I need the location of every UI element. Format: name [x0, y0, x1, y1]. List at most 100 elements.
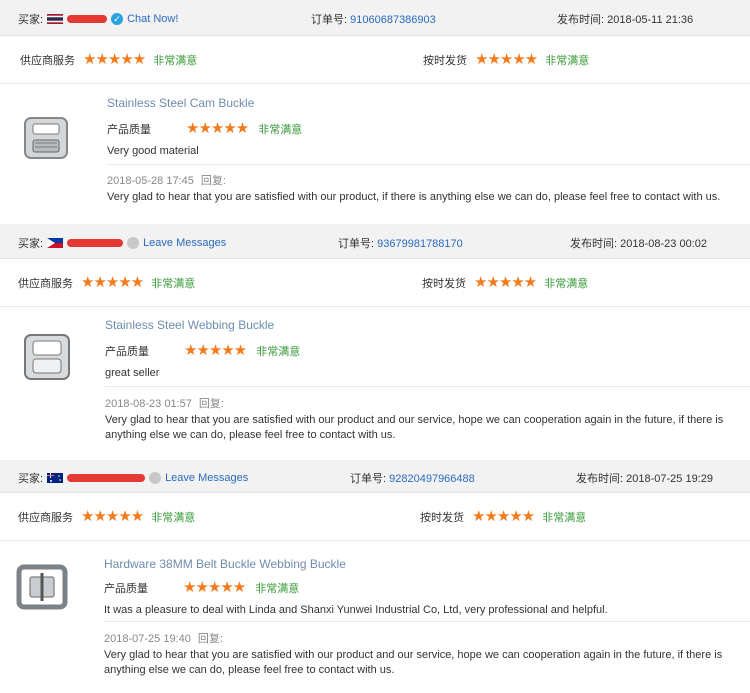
service-ratings: 供应商服务 ★★★★★ 非常满意 按时发货 ★★★★★ 非常满意 — [0, 36, 750, 84]
rating-text: 非常满意 — [544, 278, 589, 290]
rating-text: 非常满意 — [256, 346, 301, 358]
rating-text: 非常满意 — [151, 278, 196, 290]
buyer-comment: Very good material — [107, 145, 199, 157]
star-rating: ★★★★★ — [184, 342, 247, 359]
star-rating: ★★★★★ — [474, 274, 537, 291]
buyer-comment: great seller — [105, 367, 160, 379]
publish-date: 发布时间: 2018-05-11 21:36 — [557, 11, 693, 27]
reply-date: 2018-05-28 17:45 — [107, 175, 194, 187]
order-label: 订单号: — [350, 473, 387, 485]
publish-date: 发布时间: 2018-08-23 00:02 — [570, 235, 707, 251]
rating-text: 非常满意 — [542, 512, 587, 524]
buyer-info: 买家: Leave Messages — [18, 235, 226, 251]
date-label: 发布时间: — [557, 14, 605, 26]
seller-reply: Very glad to hear that you are satisfied… — [107, 191, 721, 203]
quality-rating: 产品质量 ★★★★★ 非常满意 — [104, 580, 299, 596]
buyer-label: 买家: — [18, 238, 44, 250]
order-number-link[interactable]: 92820497966488 — [389, 473, 475, 485]
quality-label: 产品质量 — [104, 583, 148, 595]
order-number-link[interactable]: 91060687386903 — [350, 14, 436, 26]
supplier-service-label: 供应商服务 — [18, 512, 73, 524]
date-value: 2018-05-11 21:36 — [607, 14, 694, 26]
offline-status-icon — [127, 237, 140, 249]
seller-reply: Very glad to hear that you are satisfied… — [104, 649, 723, 676]
buyer-name-redacted — [67, 15, 108, 23]
buyer-label: 买家: — [18, 473, 44, 485]
date-value: 2018-07-25 19:29 — [626, 473, 713, 485]
divider — [104, 621, 750, 622]
supplier-service-label: 供应商服务 — [20, 55, 75, 67]
star-rating: ★★★★★ — [475, 51, 538, 68]
chat-icon[interactable]: ✓ — [111, 13, 124, 25]
chat-now-link[interactable]: Chat Now! — [127, 13, 178, 25]
buyer-comment: It was a pleasure to deal with Linda and… — [104, 604, 608, 616]
quality-rating: 产品质量 ★★★★★ 非常满意 — [105, 343, 300, 359]
order-info: 订单号: 92820497966488 — [350, 470, 475, 486]
star-rating: ★★★★★ — [81, 508, 144, 525]
product-name-link[interactable]: Stainless Steel Webbing Buckle — [105, 318, 274, 332]
star-rating: ★★★★★ — [81, 274, 144, 291]
leave-messages-link[interactable]: Leave Messages — [165, 472, 248, 484]
on-time-label: 按时发货 — [423, 55, 467, 67]
review-header: 买家: ✓ Chat Now! 订单号: 91060687386903 发布时间… — [0, 0, 750, 36]
review-card: 买家: Leave Messages 订单号: 93679981788170 发… — [0, 224, 750, 460]
product-name-link[interactable]: Hardware 38MM Belt Buckle Webbing Buckle — [104, 557, 346, 571]
rating-text: 非常满意 — [255, 583, 300, 595]
seller-reply: Very glad to hear that you are satisfied… — [105, 414, 724, 441]
leave-messages-link[interactable]: Leave Messages — [143, 237, 226, 249]
buyer-name-redacted — [67, 474, 146, 482]
quality-label: 产品质量 — [107, 124, 151, 136]
star-rating: ★★★★★ — [186, 120, 249, 137]
divider — [107, 164, 750, 165]
reply-date: 2018-08-23 01:57 — [105, 398, 192, 410]
star-rating: ★★★★★ — [183, 579, 246, 596]
buyer-name-redacted — [67, 239, 124, 247]
order-info: 订单号: 91060687386903 — [311, 11, 436, 27]
philippines-flag-icon — [47, 238, 64, 248]
date-label: 发布时间: — [570, 238, 618, 250]
service-ratings: 供应商服务 ★★★★★ 非常满意 按时发货 ★★★★★ 非常满意 — [0, 259, 750, 307]
order-number-link[interactable]: 93679981788170 — [377, 238, 463, 250]
on-time-label: 按时发货 — [422, 278, 466, 290]
review-header: 买家: Leave Messages 订单号: 92820497966488 发… — [0, 460, 750, 493]
star-rating: ★★★★★ — [83, 51, 146, 68]
divider — [105, 386, 750, 387]
service-ratings: 供应商服务 ★★★★★ 非常满意 按时发货 ★★★★★ 非常满意 — [0, 493, 750, 541]
reply-label: 回复: — [198, 398, 224, 410]
buyer-label: 买家: — [18, 14, 44, 26]
order-info: 订单号: 93679981788170 — [338, 235, 463, 251]
australia-flag-icon — [47, 473, 64, 483]
rating-text: 非常满意 — [153, 55, 198, 67]
rating-text: 非常满意 — [545, 55, 590, 67]
product-review: Stainless Steel Cam Buckle 产品质量 ★★★★★ 非常… — [0, 84, 750, 212]
product-name-link[interactable]: Stainless Steel Cam Buckle — [107, 96, 254, 110]
supplier-service-label: 供应商服务 — [18, 278, 73, 290]
rating-text: 非常满意 — [151, 512, 196, 524]
product-review: Stainless Steel Webbing Buckle 产品质量 ★★★★… — [0, 307, 750, 460]
buyer-info: 买家: ✓ Chat Now! — [18, 11, 178, 27]
webbing-buckle-image[interactable] — [22, 329, 72, 384]
quality-rating: 产品质量 ★★★★★ 非常满意 — [107, 121, 302, 137]
on-time-label: 按时发货 — [420, 512, 464, 524]
offline-status-icon — [149, 472, 162, 484]
star-rating: ★★★★★ — [472, 508, 535, 525]
reply-label: 回复: — [200, 175, 226, 187]
date-value: 2018-08-23 00:02 — [620, 238, 707, 250]
product-review: Hardware 38MM Belt Buckle Webbing Buckle… — [0, 541, 750, 691]
buyer-info: 买家: Leave Messages — [18, 470, 248, 486]
review-card: 买家: Leave Messages 订单号: 92820497966488 发… — [0, 460, 750, 691]
rating-text: 非常满意 — [258, 124, 303, 136]
review-card: 买家: ✓ Chat Now! 订单号: 91060687386903 发布时间… — [0, 0, 750, 212]
reply-meta: 2018-07-25 19:40 回复: — [104, 630, 223, 646]
belt-buckle-image[interactable] — [16, 559, 70, 614]
reply-meta: 2018-08-23 01:57 回复: — [105, 395, 224, 411]
review-header: 买家: Leave Messages 订单号: 93679981788170 发… — [0, 224, 750, 259]
thailand-flag-icon — [47, 14, 64, 24]
reply-meta: 2018-05-28 17:45 回复: — [107, 172, 226, 188]
publish-date: 发布时间: 2018-07-25 19:29 — [576, 470, 713, 486]
reply-label: 回复: — [197, 633, 223, 645]
order-label: 订单号: — [338, 238, 375, 250]
date-label: 发布时间: — [576, 473, 624, 485]
cam-buckle-image[interactable] — [22, 110, 72, 165]
reply-date: 2018-07-25 19:40 — [104, 633, 191, 645]
